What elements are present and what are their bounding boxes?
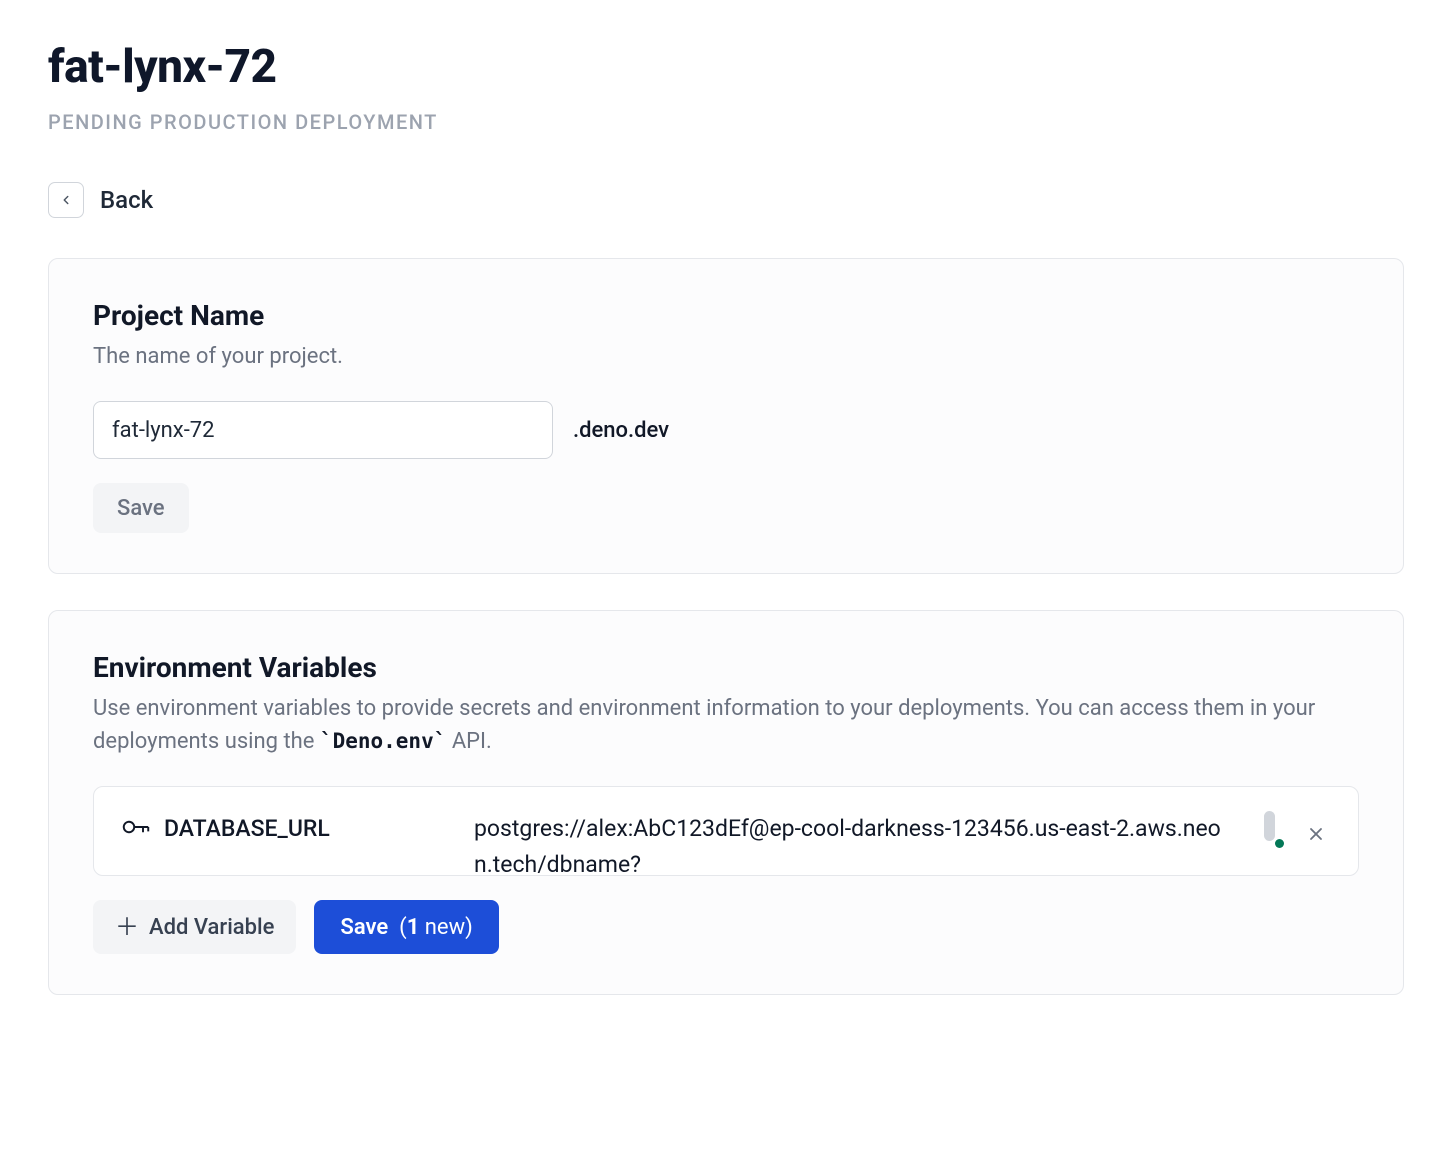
env-var-row: DATABASE_URL postgres://alex:AbC123dEf@e… <box>93 786 1359 876</box>
back-button[interactable] <box>48 182 84 218</box>
plus-icon: ＋ <box>115 915 139 939</box>
env-vars-heading: Environment Variables <box>93 651 1359 684</box>
env-var-key: DATABASE_URL <box>164 815 330 842</box>
page-title: fat-lynx-72 <box>48 40 1404 94</box>
env-vars-description: Use environment variables to provide sec… <box>93 692 1359 758</box>
env-var-value[interactable]: postgres://alex:AbC123dEf@ep-cool-darkne… <box>474 811 1244 873</box>
env-vars-card: Environment Variables Use environment va… <box>48 610 1404 995</box>
deployment-status: PENDING PRODUCTION DEPLOYMENT <box>48 110 1404 134</box>
chevron-left-icon <box>59 193 73 207</box>
env-desc-pre: Use environment variables to provide sec… <box>93 696 1315 754</box>
key-icon <box>122 817 150 841</box>
save-env-vars-button[interactable]: Save (1 new) <box>314 900 498 954</box>
project-name-heading: Project Name <box>93 299 1359 332</box>
project-name-input[interactable] <box>93 401 553 459</box>
save-project-name-button[interactable]: Save <box>93 483 189 533</box>
save-env-label: Save <box>340 915 388 940</box>
add-variable-button[interactable]: ＋ Add Variable <box>93 900 296 954</box>
domain-suffix: .deno.dev <box>573 418 669 443</box>
scrollbar-thumb[interactable] <box>1264 811 1275 841</box>
close-icon <box>1306 824 1326 844</box>
remove-env-var-button[interactable] <box>1299 817 1333 851</box>
env-desc-code: `Deno.env` <box>320 729 446 753</box>
add-variable-label: Add Variable <box>149 915 274 940</box>
env-desc-post: API. <box>446 729 491 754</box>
project-name-card: Project Name The name of your project. .… <box>48 258 1404 574</box>
project-name-description: The name of your project. <box>93 340 1359 373</box>
status-dot <box>1275 839 1284 848</box>
back-label: Back <box>100 186 153 214</box>
